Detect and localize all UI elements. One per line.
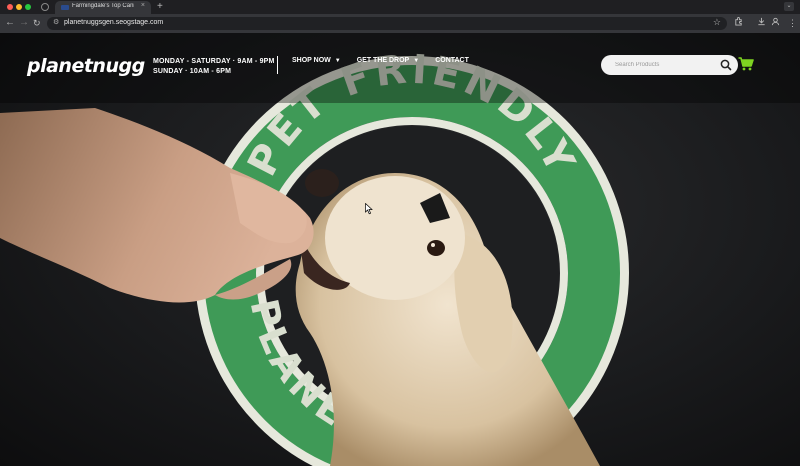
site-logo[interactable]: planetnugg xyxy=(27,55,145,77)
maximize-window-button[interactable] xyxy=(25,4,31,10)
hours-sunday: SUNDAY · 10AM - 6PM xyxy=(153,68,232,75)
tab-search-chevron-icon[interactable]: ⌄ xyxy=(784,2,794,11)
site-favicon-icon xyxy=(61,5,69,10)
new-tab-button[interactable]: + xyxy=(157,1,163,12)
forward-button[interactable]: → xyxy=(19,17,29,29)
url-text[interactable]: planetnuggsgen.seogstage.com xyxy=(64,19,163,26)
nav-get-the-drop[interactable]: GET THE DROP ▼ xyxy=(357,57,419,64)
nav-contact-label: CONTACT xyxy=(435,57,469,64)
store-hours: MONDAY - SATURDAY · 9AM - 9PM SUNDAY · 1… xyxy=(153,57,275,77)
nav-get-the-drop-label: GET THE DROP xyxy=(356,57,410,64)
nav-shop-now[interactable]: SHOP NOW ▼ xyxy=(292,57,341,64)
browser-tab-bar: Farmingdale's Top Cannab × + ⌄ xyxy=(0,0,800,14)
pinned-tab-icon[interactable] xyxy=(41,3,49,11)
tab-title: Farmingdale's Top Cannab xyxy=(72,3,134,9)
dog-head xyxy=(325,176,465,300)
hours-weekday: MONDAY - SATURDAY · 9AM - 9PM xyxy=(153,58,275,65)
browser-menu-icon[interactable]: ⋮ xyxy=(788,17,797,29)
nav-contact[interactable]: CONTACT xyxy=(435,57,469,64)
address-bar[interactable]: ⚙ planetnuggsgen.seogstage.com ☆ xyxy=(47,17,727,30)
dog-nose xyxy=(305,169,339,197)
header-divider xyxy=(277,56,278,74)
product-search xyxy=(601,55,738,75)
close-window-button[interactable] xyxy=(7,4,13,10)
tab-close-icon[interactable]: × xyxy=(141,2,145,9)
site-header: planetnugg MONDAY - SATURDAY · 9AM - 9PM… xyxy=(0,33,800,93)
extensions-puzzle-icon[interactable] xyxy=(734,17,743,29)
reload-button[interactable]: ↻ xyxy=(33,17,41,29)
nav-shop-now-label: SHOP NOW xyxy=(292,57,331,64)
chevron-down-icon: ▼ xyxy=(413,57,420,64)
main-nav: SHOP NOW ▼ GET THE DROP ▼ CONTACT xyxy=(292,57,469,64)
download-icon[interactable] xyxy=(757,17,766,29)
mouse-pointer-icon xyxy=(365,203,373,215)
chevron-down-icon: ▼ xyxy=(334,57,341,64)
dog-eye xyxy=(427,240,445,256)
bookmark-star-icon[interactable]: ☆ xyxy=(713,17,721,28)
cart-icon[interactable] xyxy=(738,57,754,71)
web-page: PET FRIENDLY PLANET planetnugg MONDAY - … xyxy=(0,33,800,466)
browser-toolbar: ← → ↻ ⚙ planetnuggsgen.seogstage.com ☆ ⋮ xyxy=(0,14,800,33)
browser-tab[interactable]: Farmingdale's Top Cannab × xyxy=(55,1,151,14)
profile-icon[interactable] xyxy=(771,17,780,29)
search-input[interactable] xyxy=(615,59,715,71)
minimize-window-button[interactable] xyxy=(16,4,22,10)
search-icon[interactable] xyxy=(719,58,733,72)
site-info-icon[interactable]: ⚙ xyxy=(53,18,59,26)
back-button[interactable]: ← xyxy=(5,17,15,29)
hero-background-image: PET FRIENDLY PLANET xyxy=(0,33,800,466)
